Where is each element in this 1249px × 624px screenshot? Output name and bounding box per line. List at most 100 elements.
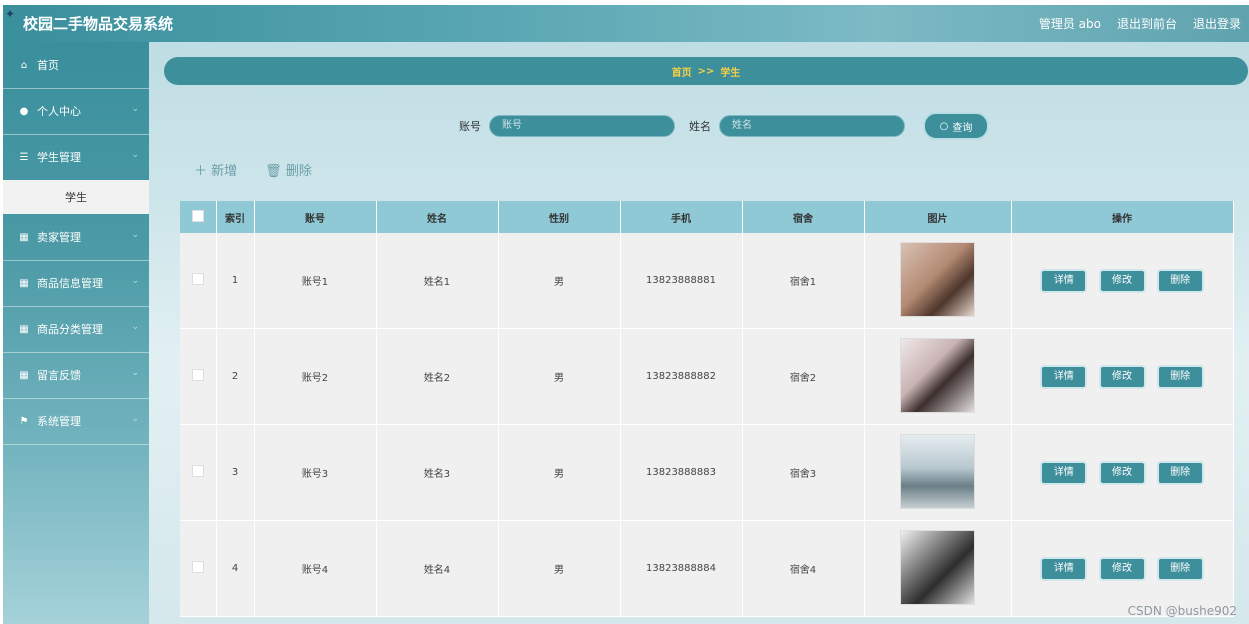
query-button[interactable]: ○ 查询 — [923, 112, 989, 140]
batch-delete-button[interactable]: 🗑 删除 — [265, 160, 312, 179]
sidebar-item-label: 商品分类管理 — [37, 323, 103, 336]
cell-dorm: 宿舍2 — [742, 328, 865, 425]
toolbar: ＋ 新增 🗑 删除 — [194, 160, 312, 179]
edit-button[interactable]: 修改 — [1098, 268, 1146, 293]
cell-account: 账号4 — [254, 520, 377, 617]
detail-button[interactable]: 详情 — [1040, 268, 1088, 293]
watermark: CSDN @bushe902 — [1127, 604, 1237, 618]
grid-icon: ▦ — [19, 231, 29, 243]
trash-icon: 🗑 — [265, 164, 282, 179]
delete-button[interactable]: 删除 — [1156, 364, 1204, 389]
student-photo — [900, 241, 975, 317]
cell-account: 账号2 — [254, 328, 377, 425]
sidebar-item-label: 卖家管理 — [37, 231, 81, 244]
chevron-down-icon: ⌄ — [131, 322, 139, 332]
user-icon: ● — [19, 105, 29, 117]
add-button[interactable]: ＋ 新增 — [194, 160, 237, 179]
cell-phone: 13823888884 — [620, 520, 743, 617]
student-table: 索引 账号 姓名 性别 手机 宿舍 图片 操作 1 账号1 姓名1 男 1382… — [180, 201, 1234, 617]
delete-button[interactable]: 删除 — [1156, 556, 1204, 581]
column-header: 宿舍 — [742, 201, 865, 233]
cell-gender: 男 — [498, 424, 621, 521]
grid-icon: ▦ — [19, 277, 29, 289]
row-checkbox[interactable] — [191, 369, 204, 381]
cell-index: 2 — [216, 328, 255, 425]
sidebar-item-student-management[interactable]: ☰ 学生管理 ⌄ — [3, 134, 149, 181]
home-icon: ⌂ — [20, 59, 28, 71]
sidebar-item-personal-center[interactable]: ● 个人中心 ⌄ — [3, 88, 149, 135]
sidebar-item-system-management[interactable]: ⚑ 系统管理 ⌄ — [3, 398, 149, 445]
column-header: 手机 — [620, 201, 743, 233]
column-header: 操作 — [1011, 201, 1234, 233]
chevron-down-icon: ⌄ — [131, 368, 139, 378]
grid-icon: ▦ — [19, 323, 29, 335]
cell-name: 姓名3 — [376, 424, 499, 521]
cell-index: 4 — [216, 520, 255, 617]
cell-index: 3 — [216, 424, 255, 521]
detail-button[interactable]: 详情 — [1040, 460, 1088, 485]
sidebar-item-label: 首页 — [37, 59, 59, 72]
select-all-header[interactable] — [180, 201, 217, 233]
cell-gender: 男 — [498, 520, 621, 617]
cell-name: 姓名4 — [376, 520, 499, 617]
student-photo — [900, 529, 975, 605]
cell-name: 姓名1 — [376, 233, 499, 329]
detail-button[interactable]: 详情 — [1040, 556, 1088, 581]
cell-dorm: 宿舍1 — [742, 233, 865, 329]
delete-button[interactable]: 删除 — [1156, 268, 1204, 293]
cell-account: 账号1 — [254, 233, 377, 329]
name-label: 姓名 — [689, 120, 711, 133]
row-checkbox[interactable] — [191, 561, 204, 573]
sidebar-item-label: 留言反馈 — [37, 369, 81, 382]
student-photo — [900, 337, 975, 413]
sidebar-item-home[interactable]: ⌂ 首页 — [3, 42, 149, 89]
account-search-input[interactable]: 账号 — [489, 115, 675, 137]
admin-label: 管理员 abo — [1038, 17, 1101, 31]
sidebar-subitem-student[interactable]: 学生 — [3, 180, 149, 214]
edit-button[interactable]: 修改 — [1098, 556, 1146, 581]
detail-button[interactable]: 详情 — [1040, 364, 1088, 389]
row-checkbox[interactable] — [191, 273, 204, 285]
flag-icon: ⚑ — [19, 415, 29, 427]
student-photo — [900, 433, 975, 509]
sidebar-item-product-category[interactable]: ▦ 商品分类管理 ⌄ — [3, 306, 149, 353]
grid-icon: ▦ — [19, 369, 29, 381]
exit-to-front-link[interactable]: 退出到前台 — [1117, 15, 1177, 32]
sidebar-item-label: 商品信息管理 — [37, 277, 103, 290]
breadcrumb-current: 学生 — [720, 67, 741, 79]
chevron-down-icon: ⌄ — [131, 414, 139, 424]
table-row: 2 账号2 姓名2 男 13823888882 宿舍2 详情 修改 删除 — [180, 328, 1234, 425]
cell-phone: 13823888881 — [620, 233, 743, 329]
row-checkbox[interactable] — [191, 465, 204, 477]
select-all-checkbox[interactable] — [191, 209, 204, 222]
column-header: 姓名 — [376, 201, 499, 233]
sidebar-item-label: 系统管理 — [37, 415, 81, 428]
cell-account: 账号3 — [254, 424, 377, 521]
top-header: ✦ 校园二手物品交易系统 管理员 abo 退出到前台 退出登录 — [3, 5, 1249, 42]
breadcrumb-home[interactable]: 首页 — [672, 64, 692, 79]
logout-link[interactable]: 退出登录 — [1193, 15, 1241, 32]
chevron-down-icon: ⌄ — [131, 276, 139, 286]
table-row: 3 账号3 姓名3 男 13823888883 宿舍3 详情 修改 删除 — [180, 424, 1234, 521]
column-header: 图片 — [864, 201, 1012, 233]
batch-delete-label: 删除 — [285, 164, 312, 179]
name-search-input[interactable]: 姓名 — [719, 115, 905, 137]
cell-gender: 男 — [498, 328, 621, 425]
sidebar-item-feedback[interactable]: ▦ 留言反馈 ⌄ — [3, 352, 149, 399]
top-right-nav: 管理员 abo 退出到前台 退出登录 — [1039, 15, 1241, 32]
sidebar-item-seller-management[interactable]: ▦ 卖家管理 ⌄ — [3, 214, 149, 261]
cell-gender: 男 — [498, 233, 621, 329]
sidebar-item-product-info[interactable]: ▦ 商品信息管理 ⌄ — [3, 260, 149, 307]
edit-button[interactable]: 修改 — [1098, 364, 1146, 389]
logo-icon: ✦ — [5, 7, 16, 21]
table-header-row: 索引 账号 姓名 性别 手机 宿舍 图片 操作 — [180, 201, 1234, 233]
chevron-down-icon: ⌄ — [131, 230, 139, 240]
cell-name: 姓名2 — [376, 328, 499, 425]
sidebar: ⌂ 首页 ● 个人中心 ⌄ ☰ 学生管理 ⌄ 学生 ▦ 卖家管理 ⌄ ▦ 商品信… — [3, 42, 149, 624]
query-button-label: 查询 — [952, 122, 973, 134]
search-row: 账号 账号 姓名 姓名 ○ 查询 — [459, 112, 989, 140]
edit-button[interactable]: 修改 — [1098, 460, 1146, 485]
breadcrumb-separator: >> — [697, 65, 715, 77]
delete-button[interactable]: 删除 — [1156, 460, 1204, 485]
chevron-down-icon: ⌄ — [131, 150, 139, 160]
